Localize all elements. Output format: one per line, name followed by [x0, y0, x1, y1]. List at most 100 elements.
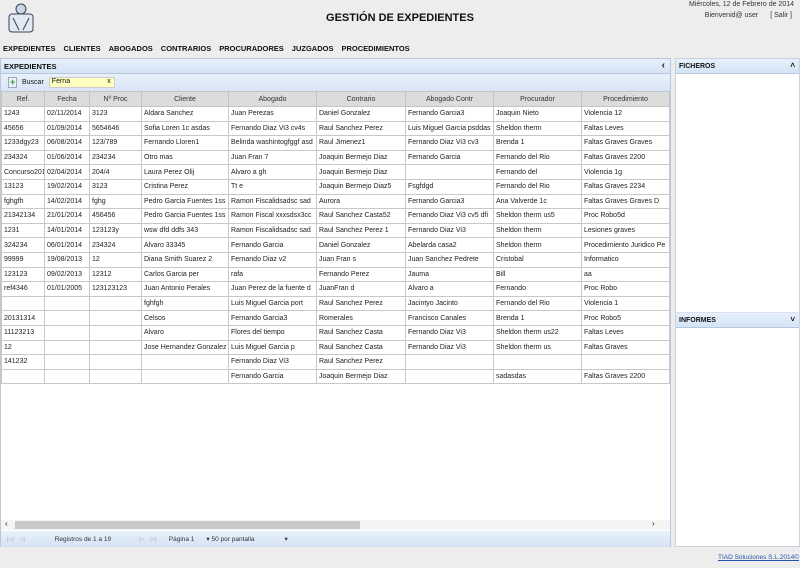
table-row[interactable]: Fernando Garcia Joaquin Bermejo Diaz sadas… [1, 368, 670, 385]
table-cell: Faltas Graves Graves [581, 135, 670, 151]
table-cell: Celsos [141, 310, 229, 326]
logout-link[interactable]: [ Salir ] [770, 12, 792, 19]
table-cell: 09/02/2013 [44, 266, 90, 283]
column-header[interactable]: Cliente [141, 91, 229, 107]
table-row[interactable]: 141232 Fernando Diaz Vi3 Raul Sanchez Pere… [1, 354, 670, 370]
search-input[interactable]: Ferna x [48, 77, 115, 88]
table-row[interactable]: 1231 14/01/2014 123123y wsw dfd ddfs 343 Ram… [1, 222, 670, 239]
next-page-icon[interactable]: ▷ [139, 535, 144, 543]
table-cell [405, 368, 494, 385]
menu-juzgados[interactable]: JUZGADOS [292, 44, 334, 53]
table-cell: 14/02/2014 [44, 193, 90, 210]
table-cell: Joaquin Bermejo Diaz [316, 368, 406, 385]
column-header[interactable]: Fecha [44, 91, 90, 107]
scroll-right-icon[interactable]: › [652, 519, 655, 528]
table-cell: 02/04/2014 [44, 164, 90, 180]
scroll-left-icon[interactable]: ‹ [5, 519, 8, 528]
table-cell: Juan Sanchez Pedrete [405, 251, 494, 268]
table-cell [405, 164, 494, 180]
table-row[interactable]: 13123 19/02/2014 3123 Cristina Perez Tt e Joa… [1, 178, 670, 195]
column-header[interactable]: Abogado [228, 91, 317, 107]
table-cell: Tt e [228, 178, 317, 195]
table-cell: Fernando [493, 281, 582, 297]
menu-expedientes[interactable]: EXPEDIENTES [3, 44, 56, 53]
table-cell: Ramon Fiscal xxxsdsx3cc [228, 208, 317, 224]
table-row[interactable]: 11123213 Alvaro Flores del tiempo Raul Sanc… [1, 324, 670, 341]
table-cell: Luis Miguel Garcia port [228, 295, 317, 312]
menu-procedimientos[interactable]: PROCEDIMIENTOS [341, 44, 409, 53]
table-cell: Alvaro 33345 [141, 237, 229, 253]
chevron-down-icon[interactable]: ˅ [790, 315, 795, 324]
add-document-icon[interactable] [8, 77, 17, 88]
table-row[interactable]: Concurso201402/04/2014204/4Laura Perez O… [1, 164, 670, 180]
table-cell: Carlos Garcia per [141, 266, 229, 283]
first-page-icon[interactable]: |◁ [7, 535, 14, 543]
records-info: Registros de 1 a 19 [54, 535, 112, 543]
informes-header[interactable]: INFORMES ˅ [676, 313, 799, 328]
menu-contrarios[interactable]: CONTRARIOS [161, 44, 211, 53]
table-cell [141, 368, 229, 385]
table-cell: 01/01/2005 [44, 281, 90, 297]
table-cell: Fernando Diaz Vi3 cv5 dfi [405, 208, 494, 224]
table-cell: Faltas Graves 2200 [581, 368, 670, 385]
column-header[interactable]: Procedimiento [581, 91, 670, 107]
menu-abogados[interactable]: ABOGADOS [109, 44, 153, 53]
table-cell [1, 295, 45, 312]
table-cell: Fernando Perez [316, 266, 406, 283]
table-cell: fghg [89, 193, 142, 210]
table-cell: 20131314 [1, 310, 45, 326]
table-row[interactable]: fghfgh Luis Miguel Garcia port Raul Sanche… [1, 295, 670, 312]
main-menu: EXPEDIENTES CLIENTES ABOGADOS CONTRARIOS… [3, 44, 410, 53]
chevron-up-icon[interactable]: ˄ [790, 61, 795, 70]
table-row[interactable]: 12 Jose Hernandez Gonzalez Luis Miguel Gar… [1, 339, 670, 356]
column-header[interactable]: Abogado Contr [405, 91, 494, 107]
expedientes-table: Ref. Fecha Nº Proc Cliente Abogado Contrario A… [1, 91, 670, 385]
table-cell: 141232 [1, 354, 45, 370]
menu-clientes[interactable]: CLIENTES [64, 44, 101, 53]
per-page-select[interactable]: ▾ 50 por pantalla [206, 535, 254, 543]
table-cell [89, 295, 142, 312]
table-cell: Fernando Diaz Vi3 cv4s [228, 120, 317, 137]
table-cell: 324234 [1, 237, 45, 253]
column-header[interactable]: Contrario [316, 91, 406, 107]
scroll-thumb[interactable] [15, 521, 360, 529]
table-row[interactable]: 21342134 21/01/2014 456456 Pedro Garcia Fue… [1, 208, 670, 224]
table-cell: Aldara Sanchez [141, 106, 229, 122]
horizontal-scrollbar[interactable]: ‹ › [1, 519, 670, 530]
table-cell: Faltas Graves 2234 [581, 178, 670, 195]
table-cell [89, 368, 142, 385]
collapse-left-icon[interactable]: ‹ [662, 60, 665, 71]
table-cell: Fernando Garcia3 [228, 310, 317, 326]
table-cell: 1243 [1, 106, 45, 122]
column-header[interactable]: Nº Proc [89, 91, 142, 107]
table-row[interactable]: 99999 19/08/2013 12 Diana Smith Suarez 2 Fer… [1, 251, 670, 268]
footer-link[interactable]: TIAD Soluciones S.L.2014© [718, 554, 799, 561]
table-row[interactable]: 20131314 Celsos Fernando Garcia3 Romerales F… [1, 310, 670, 326]
table-cell [89, 310, 142, 326]
table-cell: Lesiones graves [581, 222, 670, 239]
clear-search-icon[interactable]: x [107, 78, 111, 85]
ficheros-header[interactable]: FICHEROS ˄ [676, 59, 799, 74]
menu-procuradores[interactable]: PROCURADORES [219, 44, 284, 53]
table-row[interactable]: 1233dgy23 06/08/2014 123/789 Fernando Llore… [1, 135, 670, 151]
table-row[interactable]: 1243 02/11/2014 3123 Aldara Sanchez Juan Per… [1, 106, 670, 122]
side-panels: FICHEROS ˄ INFORMES ˅ [675, 58, 800, 547]
prev-page-icon[interactable]: ◁ [20, 535, 25, 543]
table-cell: Luis Miguel Garcia psddas [405, 120, 494, 137]
table-row[interactable]: 123123 09/02/2013 12312 Carlos Garcia per ra… [1, 266, 670, 283]
per-page-dropdown-icon[interactable]: ▾ [285, 535, 288, 543]
column-header[interactable]: Procurador [493, 91, 582, 107]
table-row[interactable]: fghgfh 14/02/2014 fghg Pedro Garcia Fuentes… [1, 193, 670, 210]
table-cell: Alvaro a gh [228, 164, 317, 180]
table-row[interactable]: 324234 06/01/2014 234324 Alvaro 33345 Fernan… [1, 237, 670, 253]
pager: |◁ ◁ Registros de 1 a 19 ▷ ▷| Página 1 ▾… [1, 531, 670, 547]
table-cell: Sheldon therm us22 [493, 324, 582, 341]
table-cell: Otro mas [141, 149, 229, 166]
table-cell: Bill [493, 266, 582, 283]
column-header[interactable]: Ref. [1, 91, 45, 107]
table-cell: Juan Antonio Perales [141, 281, 229, 297]
table-row[interactable]: 234324 01/06/2014 234234 Otro mas Juan Fran … [1, 149, 670, 166]
table-row[interactable]: 45656 01/09/2014 5654646 Sofia Loren 1c asd… [1, 120, 670, 137]
last-page-icon[interactable]: ▷| [150, 535, 157, 543]
table-row[interactable]: ref4346 01/01/2005 123123123 Juan Antonio P… [1, 281, 670, 297]
